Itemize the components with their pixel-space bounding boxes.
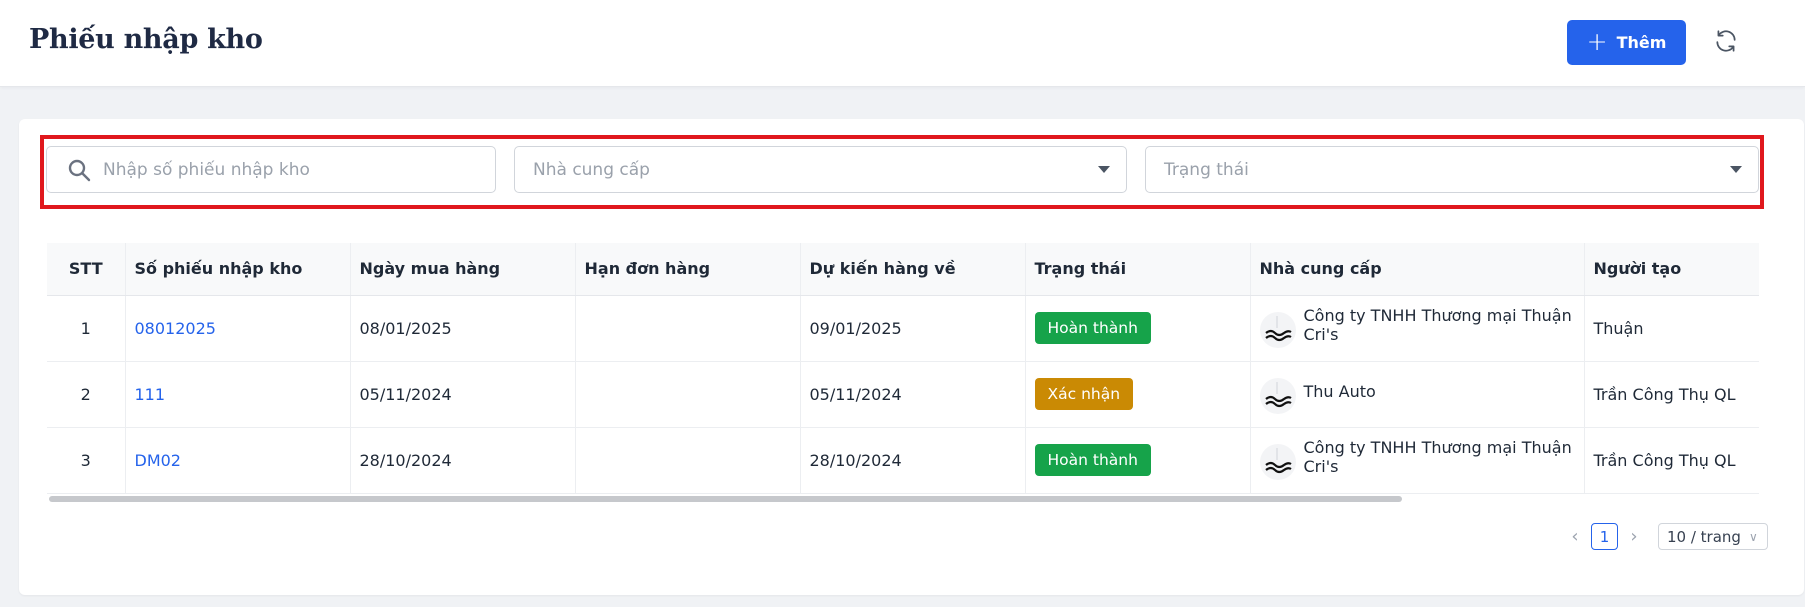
page-size-label: 10 / trang <box>1667 527 1741 546</box>
page-header: Phiếu nhập kho + Thêm <box>0 0 1805 87</box>
search-input[interactable]: Nhập số phiếu nhập kho <box>46 146 496 193</box>
supplier-name: Thu Auto <box>1303 381 1376 401</box>
horizontal-scrollbar[interactable] <box>49 496 1402 502</box>
column-header[interactable]: Ngày mua hàng <box>350 243 576 296</box>
purchase-date: 28/10/2024 <box>350 427 576 494</box>
supplier-name: Công ty TNHH Thương mại Thuận Cri's <box>1303 306 1572 344</box>
row-index: 3 <box>47 427 126 494</box>
pagination: ‹ 1 › 10 / trang ∨ <box>1568 523 1768 550</box>
caret-down-icon <box>1098 166 1110 173</box>
next-page-icon[interactable]: › <box>1627 526 1641 547</box>
creator-name: Thuận <box>1584 295 1759 362</box>
status-select[interactable]: Trạng thái <box>1145 146 1759 193</box>
receipt-code-link[interactable]: 08012025 <box>135 319 216 338</box>
page-size-select[interactable]: 10 / trang ∨ <box>1658 523 1768 550</box>
status-placeholder: Trạng thái <box>1164 159 1249 180</box>
purchase-date: 08/01/2025 <box>350 295 576 362</box>
creator-name: Trần Công Thụ QL <box>1584 361 1759 428</box>
creator-name: Trần Công Thụ QL <box>1584 427 1759 494</box>
column-header[interactable]: STT <box>47 243 126 296</box>
page-number-current[interactable]: 1 <box>1591 523 1618 550</box>
supplier-logo-icon <box>1259 444 1296 480</box>
table-row: 2 111 05/11/2024 05/11/2024 Xác nhận Thu… <box>47 361 1759 428</box>
row-index: 2 <box>47 361 126 428</box>
column-header[interactable]: Trạng thái <box>1025 243 1251 296</box>
prev-page-icon[interactable]: ‹ <box>1568 526 1582 547</box>
supplier-name: Công ty TNHH Thương mại Thuận Cri's <box>1303 438 1572 476</box>
supplier-cell: Thu Auto <box>1259 374 1584 414</box>
supplier-cell: Công ty TNHH Thương mại Thuận Cri's <box>1259 438 1584 480</box>
receipt-code-link[interactable]: DM02 <box>135 451 181 470</box>
status-badge: Xác nhận <box>1034 378 1134 410</box>
expected-date: 05/11/2024 <box>800 361 1026 428</box>
expected-date: 09/01/2025 <box>800 295 1026 362</box>
purchase-date: 05/11/2024 <box>350 361 576 428</box>
table-header-row: STT Số phiếu nhập kho Ngày mua hàng Hạn … <box>47 243 1759 296</box>
column-header[interactable]: Người tạo <box>1584 243 1759 296</box>
expected-date: 28/10/2024 <box>800 427 1026 494</box>
supplier-cell: Công ty TNHH Thương mại Thuận Cri's <box>1259 306 1584 348</box>
row-index: 1 <box>47 295 126 362</box>
receipt-code-link[interactable]: 111 <box>135 385 166 404</box>
column-header[interactable]: Nhà cung cấp <box>1250 243 1585 296</box>
table-row: 3 DM02 28/10/2024 28/10/2024 Hoàn thành … <box>47 427 1759 494</box>
caret-down-icon <box>1730 166 1742 173</box>
due-date <box>575 361 801 428</box>
due-date <box>575 295 801 362</box>
due-date <box>575 427 801 494</box>
add-button-label: Thêm <box>1616 33 1667 52</box>
search-placeholder: Nhập số phiếu nhập kho <box>103 159 310 180</box>
status-badge: Hoàn thành <box>1034 312 1151 344</box>
search-icon <box>68 159 91 181</box>
refresh-icon[interactable] <box>1713 28 1739 54</box>
page-title: Phiếu nhập kho <box>29 24 263 55</box>
supplier-logo-icon <box>1259 312 1296 348</box>
add-button[interactable]: + Thêm <box>1567 20 1686 65</box>
column-header[interactable]: Dự kiến hàng về <box>800 243 1026 296</box>
supplier-select[interactable]: Nhà cung cấp <box>514 146 1127 193</box>
supplier-logo-icon <box>1259 378 1296 414</box>
table-row: 1 08012025 08/01/2025 09/01/2025 Hoàn th… <box>47 295 1759 362</box>
plus-icon: + <box>1586 27 1608 56</box>
status-badge: Hoàn thành <box>1034 444 1151 476</box>
supplier-placeholder: Nhà cung cấp <box>533 159 650 180</box>
column-header[interactable]: Hạn đơn hàng <box>575 243 801 296</box>
chevron-down-icon: ∨ <box>1748 529 1758 544</box>
column-header[interactable]: Số phiếu nhập kho <box>125 243 351 296</box>
receipts-table: STT Số phiếu nhập kho Ngày mua hàng Hạn … <box>47 243 1759 502</box>
